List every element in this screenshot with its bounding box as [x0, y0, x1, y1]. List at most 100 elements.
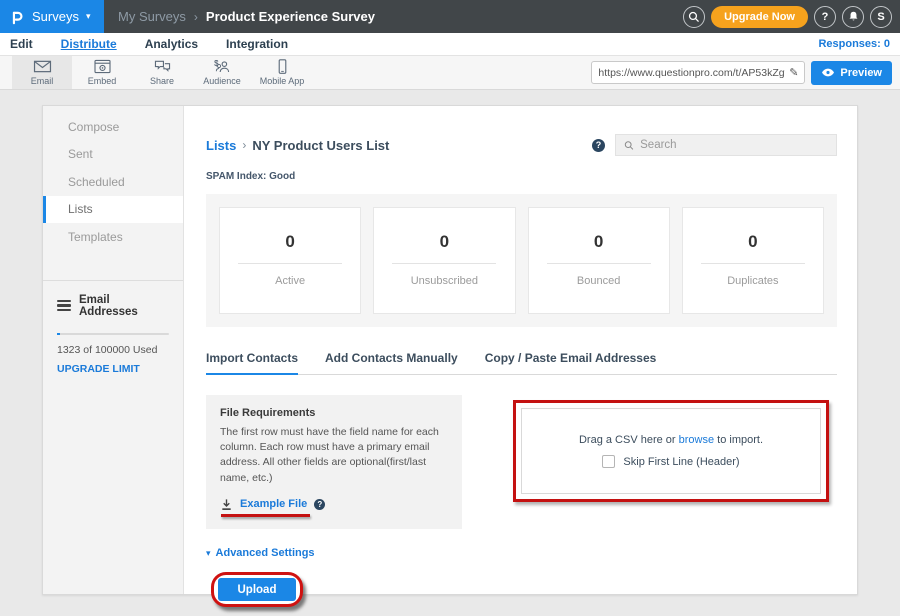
channel-mobile-app-label: Mobile App	[260, 76, 305, 86]
example-file-link[interactable]: Example File	[240, 498, 307, 510]
embed-icon	[93, 59, 112, 74]
email-sidebar: Compose Sent Scheduled Lists Templates E…	[43, 106, 184, 594]
distribute-toolbar: Email Embed Share $ Audience Mobile App …	[0, 55, 900, 90]
breadcrumb: My Surveys › Product Experience Survey	[104, 0, 683, 33]
skip-first-line-checkbox[interactable]	[602, 455, 615, 468]
annotation-underline	[221, 514, 310, 518]
survey-url: https://www.questionpro.com/t/AP53kZgfo	[598, 67, 785, 79]
channel-audience-label: Audience	[203, 76, 241, 86]
list-stats: 0 Active 0 Unsubscribed 0 Bounced 0	[206, 194, 837, 327]
contact-tabs: Import Contacts Add Contacts Manually Co…	[206, 351, 837, 375]
breadcrumb-my-surveys[interactable]: My Surveys	[118, 9, 186, 24]
eye-icon	[821, 68, 835, 77]
sidebar-item-lists[interactable]: Lists	[43, 196, 183, 224]
email-addresses-section: Email Addresses 1323 of 100000 Used UPGR…	[43, 281, 183, 377]
dropzone-text-after: to import.	[714, 434, 763, 446]
channel-email-label: Email	[31, 76, 54, 86]
tab-import-contacts[interactable]: Import Contacts	[206, 351, 298, 375]
annotation-upload-box: Upload	[211, 572, 303, 607]
advanced-settings-link[interactable]: Advanced Settings	[216, 547, 315, 559]
audience-icon: $	[213, 59, 232, 74]
list-breadcrumb: Lists › NY Product Users List	[206, 138, 389, 153]
search-button[interactable]	[683, 6, 705, 28]
lists-panel: Compose Sent Scheduled Lists Templates E…	[42, 105, 858, 595]
tab-edit[interactable]: Edit	[10, 37, 33, 51]
list-search-box[interactable]	[615, 134, 837, 156]
tab-add-contacts-manually[interactable]: Add Contacts Manually	[325, 351, 458, 374]
tab-analytics[interactable]: Analytics	[145, 37, 198, 51]
list-detail-main: Lists › NY Product Users List ? SPAM Ind…	[184, 106, 857, 594]
tab-copy-paste-email-addresses[interactable]: Copy / Paste Email Addresses	[485, 351, 657, 374]
stat-card-duplicates: 0 Duplicates	[682, 207, 824, 314]
page-body: Compose Sent Scheduled Lists Templates E…	[0, 90, 900, 595]
search-input[interactable]	[640, 139, 828, 151]
channel-audience[interactable]: $ Audience	[192, 56, 252, 89]
search-icon	[688, 11, 700, 23]
dropzone-text-before: Drag a CSV here or	[579, 434, 679, 446]
upgrade-now-button[interactable]: Upgrade Now	[711, 6, 808, 28]
file-requirements-box: File Requirements The first row must hav…	[206, 395, 462, 529]
questionpro-logo-icon	[10, 9, 25, 25]
page-title: Product Experience Survey	[206, 9, 375, 24]
survey-nav: Edit Distribute Analytics Integration Re…	[0, 33, 900, 55]
csv-dropzone[interactable]: Drag a CSV here or browse to import. Ski…	[521, 408, 821, 494]
channel-share-label: Share	[150, 76, 174, 86]
help-icon[interactable]: ?	[314, 499, 325, 510]
stat-label: Unsubscribed	[374, 275, 514, 287]
sidebar-menu: Compose Sent Scheduled Lists Templates	[43, 106, 183, 251]
sidebar-item-compose[interactable]: Compose	[43, 113, 183, 141]
notifications-button[interactable]	[842, 6, 864, 28]
stat-value: 0	[683, 232, 823, 252]
file-requirements-body: The first row must have the field name f…	[220, 425, 448, 486]
breadcrumb-separator: ›	[242, 138, 246, 152]
edit-url-icon[interactable]: ✎	[789, 66, 798, 79]
upload-button[interactable]: Upload	[218, 578, 296, 601]
file-requirements-title: File Requirements	[220, 407, 448, 419]
skip-first-line-label: Skip First Line (Header)	[623, 456, 739, 468]
top-bar: Surveys ▾ My Surveys › Product Experienc…	[0, 0, 900, 33]
channel-embed-label: Embed	[88, 76, 117, 86]
share-icon	[153, 59, 172, 74]
mobile-app-icon	[273, 59, 292, 74]
stat-value: 0	[374, 232, 514, 252]
help-icon[interactable]: ?	[592, 139, 605, 152]
list-name: NY Product Users List	[252, 138, 389, 153]
responses-count: Responses: 0	[818, 38, 890, 50]
browse-link[interactable]: browse	[679, 434, 714, 446]
stat-card-bounced: 0 Bounced	[528, 207, 670, 314]
help-icon: ?	[822, 11, 829, 23]
channel-email[interactable]: Email	[12, 56, 72, 89]
download-icon	[220, 498, 233, 511]
stat-card-unsubscribed: 0 Unsubscribed	[373, 207, 515, 314]
survey-url-box[interactable]: https://www.questionpro.com/t/AP53kZgfo …	[591, 61, 805, 84]
sidebar-item-templates[interactable]: Templates	[43, 223, 183, 251]
bell-icon	[847, 10, 860, 23]
email-icon	[33, 59, 52, 74]
breadcrumb-lists-link[interactable]: Lists	[206, 138, 236, 153]
stat-label: Active	[220, 275, 360, 287]
help-button[interactable]: ?	[814, 6, 836, 28]
upgrade-limit-link[interactable]: UPGRADE LIMIT	[57, 363, 140, 375]
stat-card-active: 0 Active	[219, 207, 361, 314]
chevron-down-icon: ▾	[86, 11, 91, 22]
tab-distribute[interactable]: Distribute	[61, 37, 117, 51]
avatar[interactable]: S	[870, 6, 892, 28]
svg-text:$: $	[214, 59, 219, 68]
sidebar-item-sent[interactable]: Sent	[43, 141, 183, 169]
stat-value: 0	[529, 232, 669, 252]
channel-mobile-app[interactable]: Mobile App	[252, 56, 312, 89]
search-icon	[624, 140, 634, 151]
product-menu-label: Surveys	[32, 9, 79, 24]
topbar-actions: Upgrade Now ? S	[683, 0, 900, 33]
surveys-menu[interactable]: Surveys ▾	[0, 0, 104, 33]
chevron-down-icon: ▾	[206, 548, 211, 559]
stat-value: 0	[220, 232, 360, 252]
annotation-dropzone-box: Drag a CSV here or browse to import. Ski…	[513, 400, 829, 502]
tab-integration[interactable]: Integration	[226, 37, 288, 51]
preview-button[interactable]: Preview	[811, 61, 892, 85]
channel-embed[interactable]: Embed	[72, 56, 132, 89]
preview-label: Preview	[840, 67, 882, 79]
avatar-initial: S	[877, 11, 884, 23]
channel-share[interactable]: Share	[132, 56, 192, 89]
sidebar-item-scheduled[interactable]: Scheduled	[43, 168, 183, 196]
